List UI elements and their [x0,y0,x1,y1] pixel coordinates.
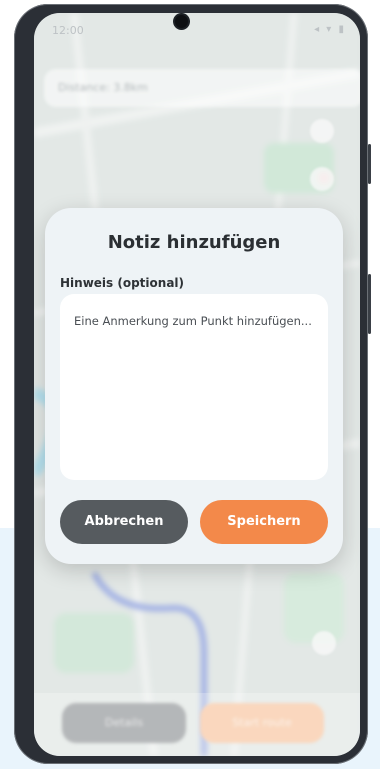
note-field-label: Hinweis (optional) [60,276,185,290]
note-input[interactable]: Eine Anmerkung zum Punkt hinzufügen... [60,294,328,480]
cancel-button[interactable]: Abbrechen [60,500,188,544]
save-button[interactable]: Speichern [200,500,328,544]
volume-button [368,274,371,334]
add-note-dialog: Notiz hinzufügen Hinweis (optional) Eine… [45,208,343,564]
note-input-placeholder: Eine Anmerkung zum Punkt hinzufügen... [74,314,312,328]
front-camera [175,15,188,28]
dialog-title: Notiz hinzufügen [107,232,281,253]
power-button [368,144,371,184]
phone-screen: 12:00 ◂ ▾ ▮ Distance: 3.8km Details Star… [34,13,360,756]
